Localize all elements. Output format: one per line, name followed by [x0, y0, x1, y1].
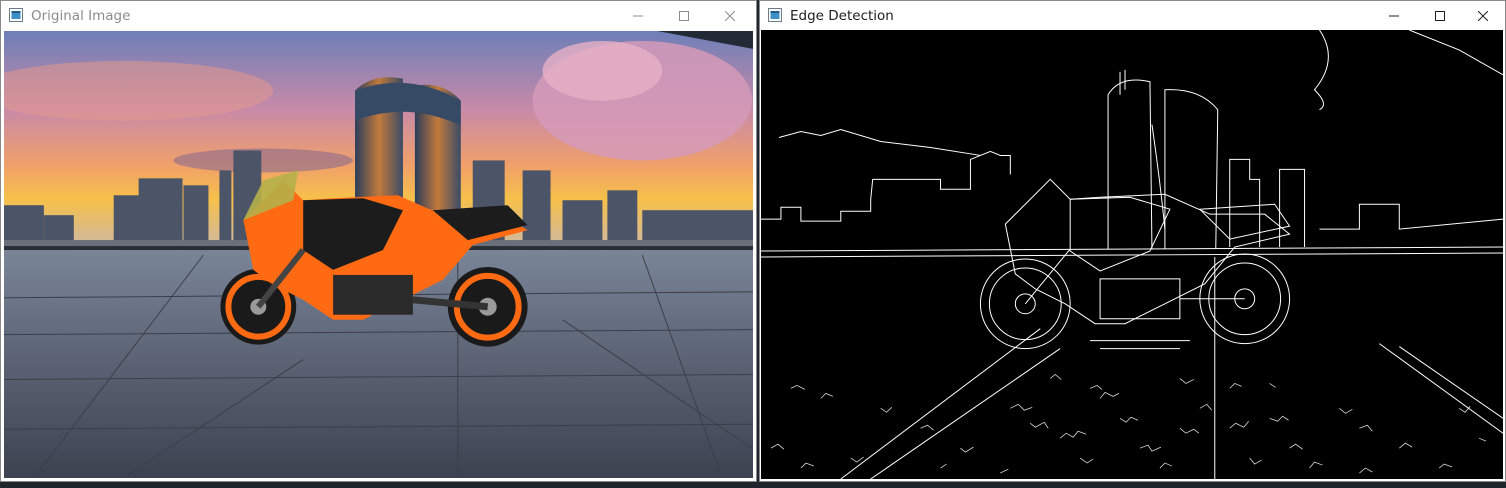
app-window-icon: [768, 8, 782, 22]
original-image-window[interactable]: Original Image: [0, 0, 757, 482]
maximize-icon: [1435, 11, 1445, 21]
close-icon: [1478, 11, 1488, 21]
edge-detection-canvas: [761, 30, 1503, 479]
close-button[interactable]: [707, 1, 753, 31]
close-button[interactable]: [1460, 1, 1505, 31]
window-title: Original Image: [31, 8, 131, 24]
minimize-icon: [633, 15, 643, 17]
minimize-icon: [1389, 15, 1399, 17]
maximize-button[interactable]: [661, 1, 707, 31]
original-image-titlebar[interactable]: Original Image: [1, 1, 756, 31]
edge-detection-window[interactable]: Edge Detection: [759, 0, 1506, 482]
edge-detection-titlebar[interactable]: Edge Detection: [760, 1, 1505, 31]
window-title: Edge Detection: [790, 8, 894, 24]
minimize-button[interactable]: [615, 1, 661, 31]
taskbar-edge: [0, 482, 1506, 488]
minimize-button[interactable]: [1371, 1, 1417, 31]
maximize-button[interactable]: [1417, 1, 1463, 31]
maximize-icon: [679, 11, 689, 21]
original-image-canvas: [4, 31, 753, 478]
close-icon: [725, 11, 735, 21]
motorcycle-city-photo: [4, 31, 753, 478]
app-window-icon: [9, 8, 23, 22]
edge-map-image: [761, 30, 1503, 479]
